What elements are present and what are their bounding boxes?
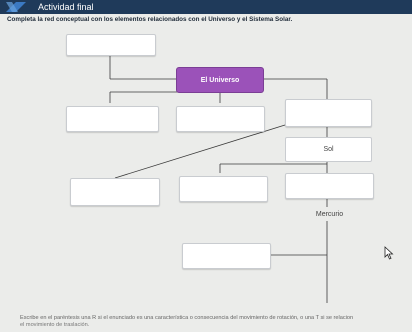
concept-node-sun: Sol <box>285 137 372 162</box>
concept-node-mercury: Mercurio <box>315 210 344 218</box>
exercise-instruction: Escribe en el paréntesis una R si el enu… <box>20 315 354 321</box>
answer-box-4[interactable] <box>285 99 372 127</box>
concept-node-universe: El Universo <box>176 67 264 93</box>
answer-box-6[interactable] <box>179 176 268 202</box>
concept-map-connectors <box>109 52 328 303</box>
answer-box-1[interactable] <box>66 34 156 56</box>
answer-box-7[interactable] <box>285 173 374 199</box>
answer-box-3[interactable] <box>176 106 265 132</box>
answer-box-2[interactable] <box>66 106 159 132</box>
mouse-pointer-icon <box>384 246 394 260</box>
exercise-instruction-continued: el movimiento de traslación. <box>20 322 90 328</box>
answer-box-5[interactable] <box>70 178 160 206</box>
answer-box-8[interactable] <box>182 243 271 269</box>
